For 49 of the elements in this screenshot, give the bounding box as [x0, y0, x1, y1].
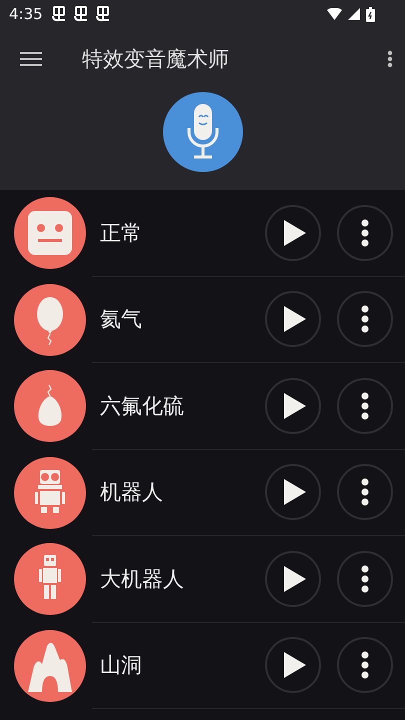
play-button[interactable]	[265, 204, 321, 261]
more-options-button[interactable]	[337, 291, 393, 348]
play-icon	[284, 392, 306, 419]
effect-name: 大机器人	[99, 566, 185, 593]
more-icon	[361, 478, 369, 506]
effect-name: 山洞	[99, 652, 143, 680]
play-icon	[284, 652, 306, 678]
balloon-icon	[14, 370, 86, 442]
play-button[interactable]	[265, 550, 321, 607]
play-button[interactable]	[265, 637, 321, 694]
notification-icon	[94, 6, 111, 22]
more-options-button[interactable]	[337, 204, 393, 261]
robot-icon	[14, 456, 86, 529]
overflow-menu-button[interactable]	[387, 50, 393, 68]
play-button[interactable]	[265, 291, 321, 348]
app-title: 特效变音魔术师	[82, 46, 230, 73]
play-button[interactable]	[265, 464, 321, 520]
status-time: 4:35	[9, 5, 43, 23]
play-button[interactable]	[265, 378, 321, 434]
play-icon	[284, 479, 306, 506]
play-icon	[284, 306, 306, 332]
notification-icon	[50, 6, 67, 22]
play-icon	[284, 220, 306, 246]
balloon-icon	[14, 284, 86, 356]
menu-button[interactable]	[20, 51, 42, 67]
face-icon	[14, 197, 86, 270]
more-icon	[361, 392, 369, 420]
battery-icon	[366, 6, 375, 22]
more-options-button[interactable]	[337, 378, 393, 434]
robot-icon	[14, 543, 86, 616]
more-icon	[387, 50, 393, 68]
more-options-button[interactable]	[337, 550, 393, 607]
play-icon	[284, 566, 306, 592]
wifi-icon	[327, 8, 342, 20]
mountain-icon	[14, 630, 86, 702]
more-icon	[361, 651, 369, 680]
signal-icon	[348, 8, 360, 20]
effect-name: 正常	[99, 220, 143, 247]
more-options-button[interactable]	[337, 637, 393, 694]
notification-icon	[72, 6, 89, 22]
more-icon	[361, 564, 369, 593]
effect-name: 机器人	[99, 479, 164, 506]
microphone-icon	[186, 104, 220, 160]
more-options-button[interactable]	[337, 464, 393, 520]
menu-icon	[20, 51, 42, 67]
effect-name: 氦气	[99, 306, 143, 334]
effect-name: 六氟化硫	[99, 392, 185, 420]
more-icon	[361, 218, 369, 247]
more-icon	[361, 305, 369, 334]
